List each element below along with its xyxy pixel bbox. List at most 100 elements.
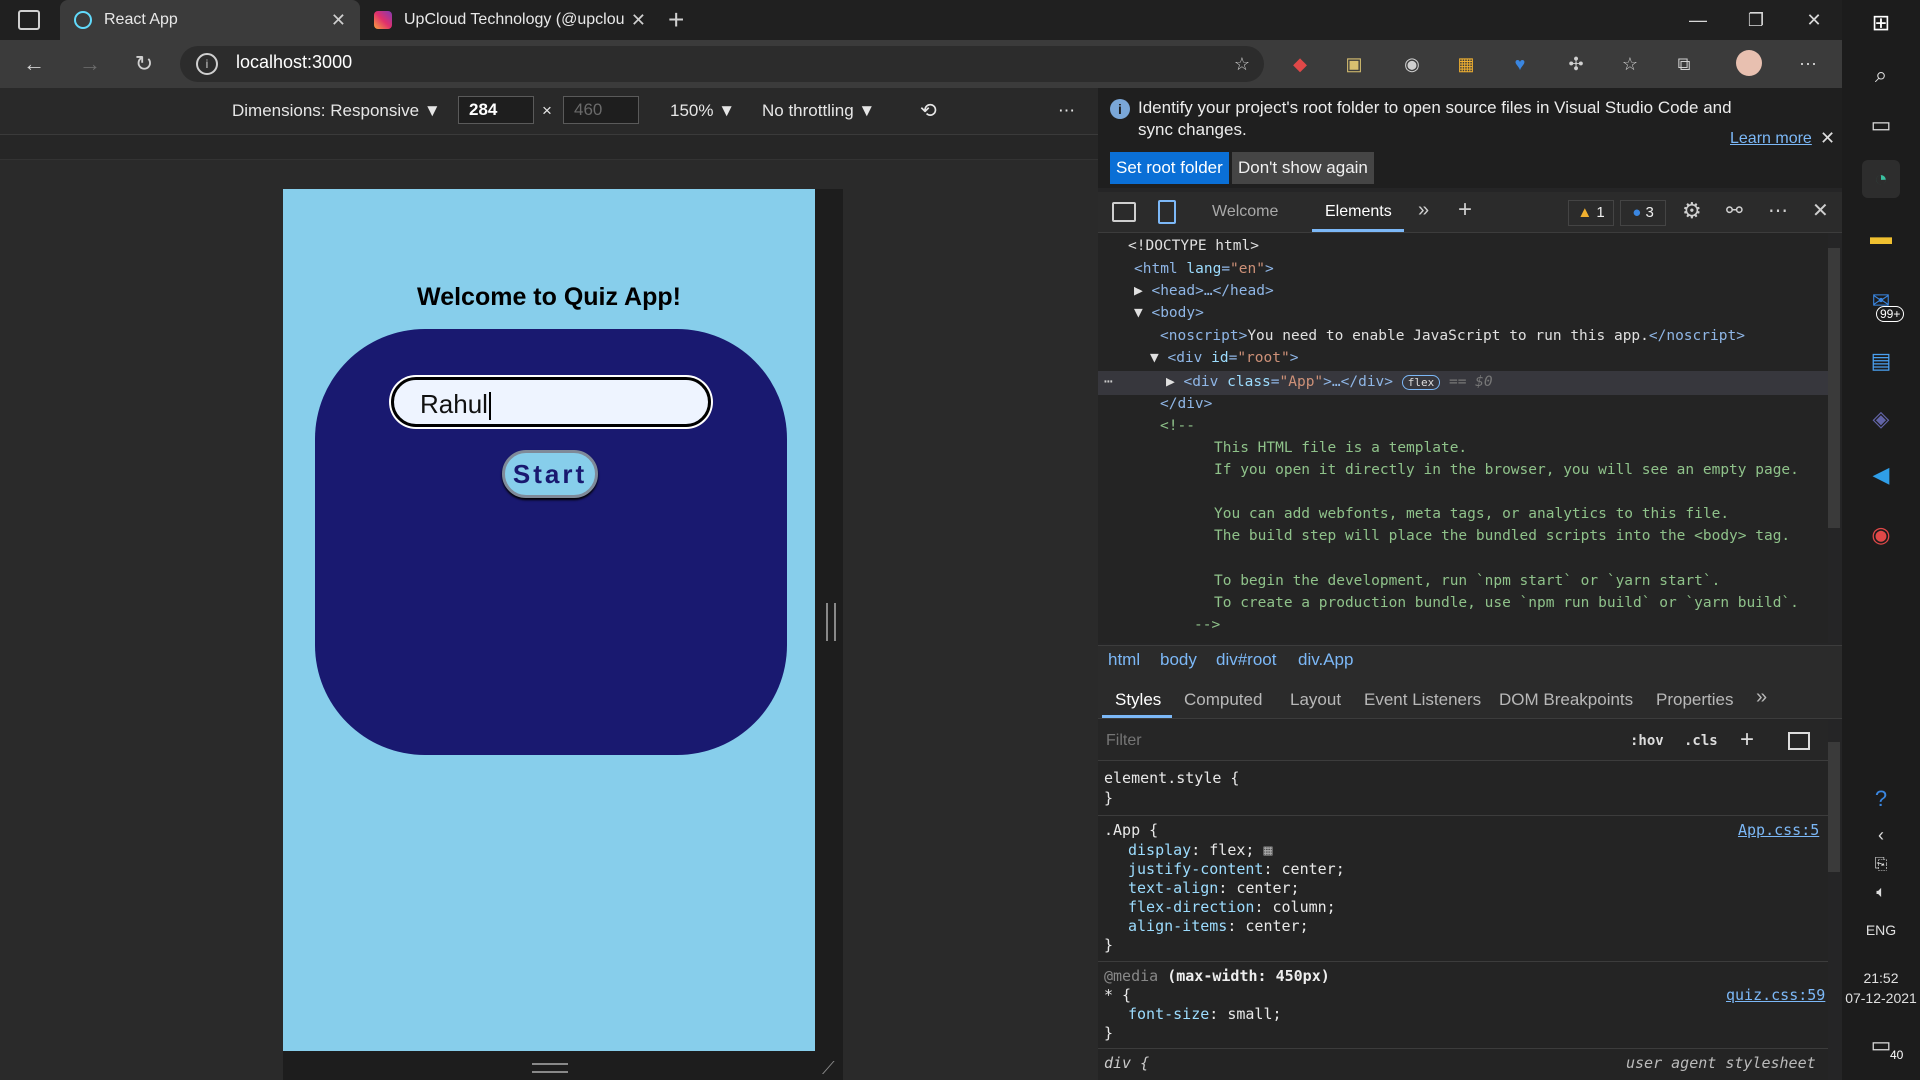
add-tab-icon[interactable]: +	[1458, 196, 1472, 224]
more-options-icon[interactable]: ⋯	[1058, 101, 1075, 121]
css-property[interactable]: font-size: small;	[1128, 1005, 1282, 1023]
tab-elements[interactable]: Elements	[1325, 203, 1392, 221]
dom-line-noscript[interactable]: <noscript>You need to enable JavaScript …	[1160, 328, 1745, 344]
restore-button[interactable]: ❐	[1728, 0, 1784, 40]
forward-arrow-icon[interactable]: →	[74, 48, 106, 80]
throttling-dropdown[interactable]: No throttling ▼	[762, 101, 875, 121]
tab-styles[interactable]: Styles	[1115, 690, 1161, 710]
dom-line-div-root[interactable]: ▼ <div id="root">	[1150, 350, 1298, 366]
height-input[interactable]: 460	[563, 96, 639, 124]
new-tab-button[interactable]: +	[668, 4, 684, 36]
breadcrumb-body[interactable]: body	[1160, 650, 1197, 670]
help-icon[interactable]: ?	[1862, 780, 1900, 818]
learn-more-link[interactable]: Learn more	[1730, 130, 1812, 148]
clock-time[interactable]: 21:52	[1842, 970, 1920, 986]
start-button[interactable]: Start	[502, 450, 598, 498]
styles-scrollbar[interactable]	[1828, 742, 1840, 872]
more-tabs-icon[interactable]: »	[1418, 199, 1429, 222]
dom-scrollbar[interactable]	[1828, 248, 1840, 528]
app-rule-selector[interactable]: .App {	[1104, 821, 1158, 839]
css-property[interactable]: display: flex; ▦	[1128, 841, 1273, 859]
url-text[interactable]: localhost:3000	[236, 52, 352, 73]
tab-actions-icon[interactable]	[18, 10, 40, 30]
element-style-rule[interactable]: element.style {	[1104, 769, 1239, 787]
star-rule-selector[interactable]: * {	[1104, 986, 1131, 1004]
toggle-sidebar-icon[interactable]	[1788, 732, 1810, 750]
extension-icon[interactable]: ▣	[1340, 50, 1368, 78]
close-icon[interactable]: ✕	[631, 10, 646, 31]
teams-icon[interactable]: ◈	[1862, 400, 1900, 438]
css-property[interactable]: justify-content: center;	[1128, 860, 1345, 878]
tab-layout[interactable]: Layout	[1290, 690, 1341, 710]
search-icon[interactable]: ⌕	[1862, 56, 1900, 94]
dom-line-head[interactable]: ▶ <head>…</head>	[1134, 283, 1274, 299]
inspect-element-icon[interactable]	[1112, 202, 1136, 222]
back-arrow-icon[interactable]: ←	[18, 48, 50, 80]
extensions-puzzle-icon[interactable]: ✣	[1562, 50, 1590, 78]
devtools-close-icon[interactable]: ✕	[1812, 198, 1829, 223]
flexbox-editor-icon[interactable]: ▦	[1263, 841, 1272, 859]
tab-react-app[interactable]: React App ✕	[60, 0, 360, 40]
refresh-icon[interactable]: ↻	[128, 48, 160, 80]
extension-icon[interactable]: ◉	[1398, 50, 1426, 78]
styles-filter-input[interactable]	[1104, 728, 1608, 754]
connect-device-icon[interactable]: ⚯	[1726, 198, 1743, 223]
warnings-badge[interactable]: ▲ 1	[1568, 200, 1614, 226]
tab-event-listeners[interactable]: Event Listeners	[1364, 690, 1481, 710]
favorites-icon[interactable]: ☆	[1616, 50, 1644, 78]
devtools-more-icon[interactable]: ⋯	[1768, 198, 1788, 223]
collections-icon[interactable]: ⧉	[1670, 50, 1698, 78]
tab-properties[interactable]: Properties	[1656, 690, 1733, 710]
gear-icon[interactable]: ⚙	[1682, 198, 1702, 224]
app-css-link[interactable]: App.css:5	[1738, 821, 1819, 839]
dom-line-body[interactable]: ▼ <body>	[1134, 305, 1204, 321]
resize-corner-icon[interactable]: ⟋	[822, 1058, 835, 1079]
hov-button[interactable]: :hov	[1630, 733, 1664, 749]
set-root-folder-button[interactable]: Set root folder	[1110, 152, 1229, 184]
task-view-icon[interactable]: ▭	[1862, 106, 1900, 144]
edge-icon[interactable]: ◔	[1862, 160, 1900, 198]
new-rule-icon[interactable]: +	[1740, 726, 1754, 754]
quiz-css-link[interactable]: quiz.css:59	[1726, 986, 1825, 1004]
tab-upcloud[interactable]: UpCloud Technology (@upcloud ✕	[360, 0, 660, 40]
messages-badge[interactable]: ● 3	[1620, 200, 1666, 226]
rotate-icon[interactable]: ⟲	[920, 98, 937, 123]
file-explorer-icon[interactable]: ▬	[1862, 218, 1900, 256]
breadcrumb-html[interactable]: html	[1108, 650, 1140, 670]
vscode-icon[interactable]: ◀	[1862, 456, 1900, 494]
media-query-ruler[interactable]	[0, 135, 1098, 160]
avatar[interactable]	[1736, 50, 1762, 76]
tab-dom-breakpoints[interactable]: DOM Breakpoints	[1499, 690, 1633, 710]
dom-line-div-close[interactable]: </div>	[1160, 396, 1212, 412]
css-property[interactable]: align-items: center;	[1128, 917, 1309, 935]
dom-line-comment-open[interactable]: <!--	[1160, 418, 1195, 434]
zoom-dropdown[interactable]: 150% ▼	[670, 101, 735, 121]
width-input[interactable]: 284	[458, 96, 534, 124]
volume-icon[interactable]: 🔈︎	[1862, 874, 1900, 912]
extension-icon[interactable]: ▦	[1452, 50, 1480, 78]
resize-handle-bottom[interactable]	[532, 1063, 568, 1073]
windows-start-icon[interactable]: ⊞	[1862, 4, 1900, 42]
language-indicator[interactable]: ENG	[1842, 922, 1920, 938]
recorder-icon[interactable]: ◉	[1862, 516, 1900, 554]
name-input[interactable]: Rahul	[391, 377, 711, 427]
settings-more-icon[interactable]: ⋯	[1794, 50, 1822, 78]
dont-show-again-button[interactable]: Don't show again	[1232, 152, 1374, 184]
breadcrumb-div-root[interactable]: div#root	[1216, 650, 1276, 670]
site-info-icon[interactable]: i	[196, 53, 218, 75]
clock-date[interactable]: 07-12-2021	[1842, 990, 1920, 1006]
remote-desktop-icon[interactable]: ▤	[1862, 342, 1900, 380]
tab-computed[interactable]: Computed	[1184, 690, 1262, 710]
extension-icon[interactable]: ◆	[1286, 50, 1314, 78]
dom-line-div-app[interactable]: ▶ <div class="App">…</div> flex == $0	[1166, 374, 1493, 390]
cls-button[interactable]: .cls	[1684, 733, 1718, 749]
minimize-button[interactable]: —	[1670, 0, 1726, 40]
dom-line-html[interactable]: <html lang="en">	[1134, 261, 1274, 277]
resize-handle-right[interactable]	[826, 603, 836, 641]
device-emulation-icon[interactable]	[1158, 200, 1176, 224]
dom-line-comment-close[interactable]: -->	[1194, 617, 1220, 633]
breadcrumb-div-app[interactable]: div.App	[1298, 650, 1353, 670]
css-property[interactable]: flex-direction: column;	[1128, 898, 1336, 916]
flex-badge[interactable]: flex	[1401, 375, 1441, 390]
dom-line-doctype[interactable]: <!DOCTYPE html>	[1128, 238, 1259, 254]
